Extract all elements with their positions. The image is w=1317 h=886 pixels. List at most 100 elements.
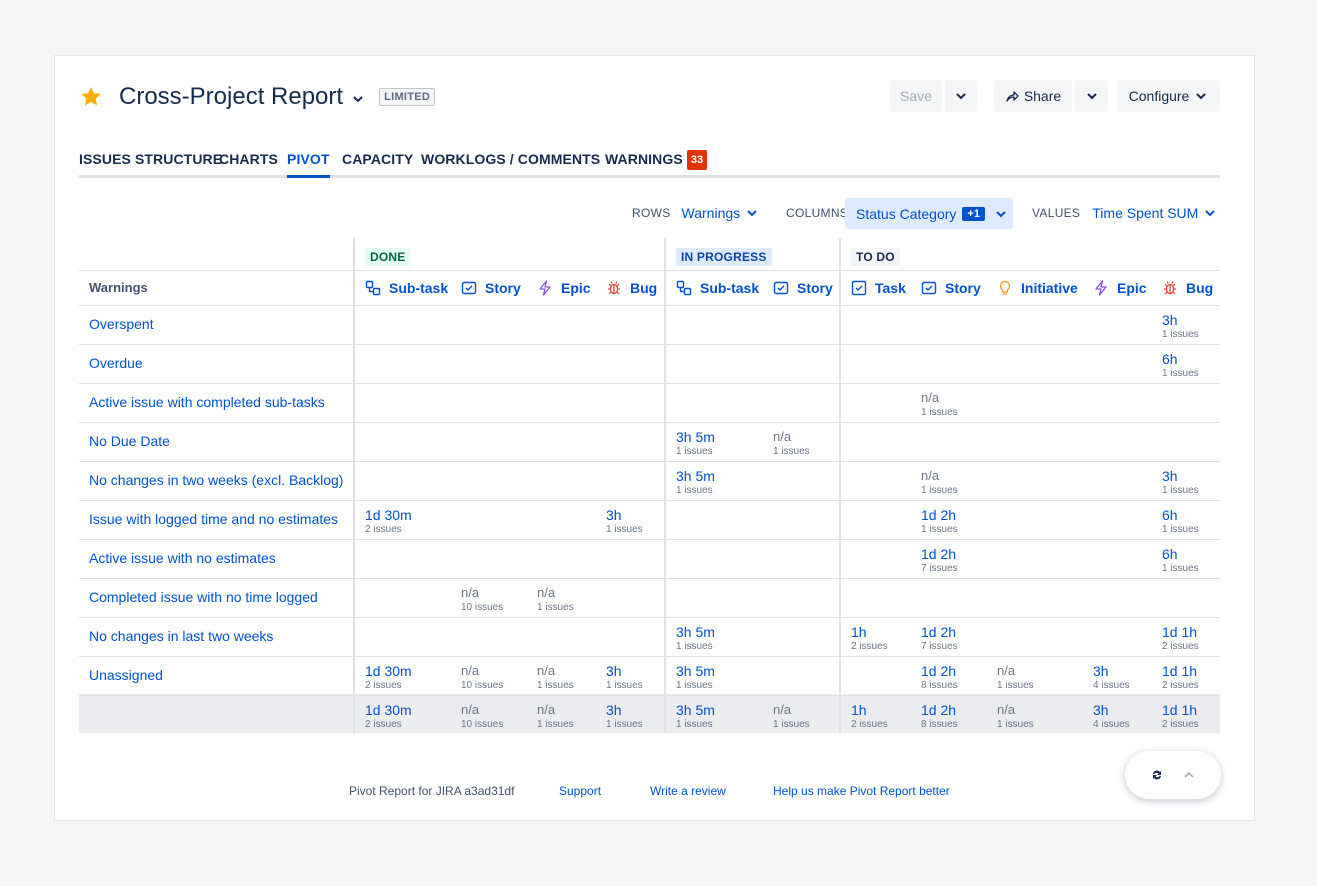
group-in-progress: IN PROGRESS <box>676 248 772 266</box>
table-cell[interactable]: 1d 30m 2 issues <box>365 663 412 692</box>
cell-value: n/a <box>997 702 1016 717</box>
table-cell[interactable]: 3h 5m 1 issues <box>676 429 715 458</box>
cell-issue-count: 7 issues <box>921 563 958 574</box>
save-options-button[interactable] <box>945 80 977 112</box>
support-link[interactable]: Support <box>559 784 601 798</box>
row-label[interactable]: Active issue with no estimates <box>89 550 276 566</box>
column-header[interactable]: Story <box>773 280 833 296</box>
cell-value: 1d 2h <box>921 663 957 679</box>
cell-issue-count: 2 issues <box>1162 641 1199 652</box>
column-header-label: Story <box>485 280 521 296</box>
share-options-button[interactable] <box>1075 80 1108 112</box>
table-cell[interactable]: 1d 30m 2 issues <box>365 507 412 536</box>
column-header[interactable]: Bug <box>606 280 657 296</box>
table-cell[interactable]: 1h 2 issues <box>851 624 888 653</box>
table-cell[interactable]: 6h 1 issues <box>1162 507 1199 536</box>
cell-issue-count: 10 issues <box>461 602 504 613</box>
table-cell[interactable]: 3h 5m 1 issues <box>676 468 715 497</box>
total-cell[interactable]: 3h 5m 1 issues <box>676 702 715 731</box>
column-header[interactable]: Story <box>461 280 521 296</box>
table-cell[interactable]: n/a 1 issues <box>921 468 958 497</box>
column-header[interactable]: Sub-task <box>365 280 448 296</box>
total-cell[interactable]: 3h 1 issues <box>606 702 643 731</box>
column-header-label: Bug <box>1186 280 1214 296</box>
cell-issue-count: 4 issues <box>1093 719 1130 730</box>
total-cell[interactable]: n/a 1 issues <box>537 702 574 731</box>
total-cell[interactable]: 1d 2h 8 issues <box>921 702 958 731</box>
column-header[interactable]: Story <box>921 280 981 296</box>
refresh-icon[interactable] <box>1150 768 1164 782</box>
table-cell[interactable]: n/a 1 issues <box>537 663 574 692</box>
tab-label: ISSUES STRUCTURE <box>79 151 223 167</box>
row-label[interactable]: Active issue with completed sub-tasks <box>89 394 325 410</box>
row-label[interactable]: Overdue <box>89 355 143 371</box>
chevron-up-icon[interactable] <box>1182 768 1196 782</box>
total-cell[interactable]: 1h 2 issues <box>851 702 888 731</box>
row-label[interactable]: Overspent <box>89 316 154 332</box>
write-review-link[interactable]: Write a review <box>650 784 726 798</box>
table-cell[interactable]: 1d 2h 7 issues <box>921 546 958 575</box>
save-button[interactable]: Save <box>890 80 942 112</box>
row-divider <box>79 500 1220 501</box>
column-header[interactable]: Epic <box>537 280 591 296</box>
table-cell[interactable]: 1d 1h 2 issues <box>1162 624 1199 653</box>
table-cell[interactable]: n/a 1 issues <box>997 663 1034 692</box>
row-label[interactable]: Issue with logged time and no estimates <box>89 511 338 527</box>
total-cell[interactable]: 3h 4 issues <box>1093 702 1130 731</box>
cell-value: 3h 5m <box>676 429 715 445</box>
table-cell[interactable]: n/a 1 issues <box>921 390 958 419</box>
table-cell[interactable]: 3h 5m 1 issues <box>676 663 715 692</box>
table-cell[interactable]: 3h 1 issues <box>1162 312 1199 341</box>
row-label[interactable]: No changes in two weeks (excl. Backlog) <box>89 472 343 488</box>
total-cell[interactable]: 1d 30m 2 issues <box>365 702 412 731</box>
row-label[interactable]: No Due Date <box>89 433 170 449</box>
table-cell[interactable]: 6h 1 issues <box>1162 351 1199 380</box>
share-button[interactable]: Share <box>994 80 1072 112</box>
total-cell[interactable]: 1d 1h 2 issues <box>1162 702 1199 731</box>
values-control[interactable]: VALUES Time Spent SUM <box>1032 198 1216 228</box>
tab-warnings[interactable]: WARNINGS 33 <box>605 150 708 178</box>
tab-pivot[interactable]: PIVOT <box>287 150 330 178</box>
table-cell[interactable]: 3h 1 issues <box>606 507 643 536</box>
configure-button[interactable]: Configure <box>1117 80 1220 112</box>
row-label[interactable]: Completed issue with no time logged <box>89 589 318 605</box>
total-cell[interactable]: n/a 1 issues <box>997 702 1034 731</box>
row-label[interactable]: Unassigned <box>89 667 163 683</box>
report-tabs: ISSUES STRUCTURE CHARTS PIVOT CAPACITY W… <box>79 150 1220 178</box>
feedback-link[interactable]: Help us make Pivot Report better <box>773 784 950 798</box>
cell-value: 3h 5m <box>676 663 715 679</box>
cell-value: 3h 5m <box>676 624 715 640</box>
column-header-label: Story <box>797 280 833 296</box>
row-label[interactable]: No changes in last two weeks <box>89 628 273 644</box>
column-header-label: Sub-task <box>700 280 760 296</box>
table-cell[interactable]: 1d 1h 2 issues <box>1162 663 1199 692</box>
star-icon[interactable] <box>79 85 103 109</box>
table-cell[interactable]: 3h 1 issues <box>606 663 643 692</box>
table-cell[interactable]: n/a 1 issues <box>773 429 810 458</box>
table-cell[interactable]: n/a 10 issues <box>461 585 503 614</box>
table-cell[interactable]: n/a 1 issues <box>537 585 574 614</box>
table-cell[interactable]: 1d 2h 8 issues <box>921 663 958 692</box>
column-header[interactable]: Initiative <box>997 280 1078 296</box>
total-cell[interactable]: n/a 1 issues <box>773 702 810 731</box>
tab-capacity[interactable]: CAPACITY <box>342 150 413 178</box>
column-header[interactable]: Epic <box>1093 280 1147 296</box>
table-cell[interactable]: 3h 5m 1 issues <box>676 624 715 653</box>
column-header[interactable]: Bug <box>1162 280 1213 296</box>
table-cell[interactable]: 1d 2h 7 issues <box>921 624 958 653</box>
table-cell[interactable]: 3h 4 issues <box>1093 663 1130 692</box>
chevron-down-icon[interactable] <box>351 92 365 106</box>
rows-control[interactable]: ROWS Warnings <box>632 198 758 228</box>
table-cell[interactable]: 6h 1 issues <box>1162 546 1199 575</box>
rows-label: ROWS <box>632 206 671 220</box>
tab-worklogs-comments[interactable]: WORKLOGS / COMMENTS <box>421 150 600 178</box>
columns-control[interactable]: Status Category +1 <box>845 198 1013 229</box>
tab-issues-structure[interactable]: ISSUES STRUCTURE <box>79 150 222 178</box>
column-header[interactable]: Sub-task <box>676 280 759 296</box>
table-cell[interactable]: n/a 10 issues <box>461 663 503 692</box>
table-cell[interactable]: 1d 2h 1 issues <box>921 507 958 536</box>
tab-charts[interactable]: CHARTS <box>219 150 278 178</box>
column-header[interactable]: Task <box>851 280 906 296</box>
total-cell[interactable]: n/a 10 issues <box>461 702 503 731</box>
table-cell[interactable]: 3h 1 issues <box>1162 468 1199 497</box>
